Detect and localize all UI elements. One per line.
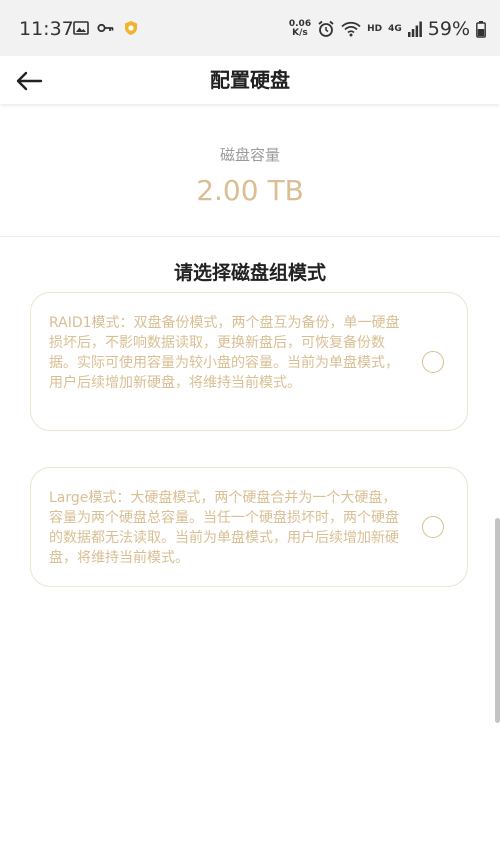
disk-capacity-label: 磁盘容量 bbox=[219, 146, 280, 164]
page-title: 配置硬盘 bbox=[210, 68, 290, 92]
status-bar: 11:37 0.06 K/s HD 4G 59% bbox=[0, 0, 500, 56]
battery-icon bbox=[476, 20, 486, 38]
large-mode-option[interactable]: Large模式：大硬盘模式，两个硬盘合并为一个大硬盘，容量为两个硬盘总容量。当任… bbox=[30, 467, 468, 587]
wifi-icon bbox=[341, 21, 361, 37]
network-label: HD bbox=[367, 24, 383, 34]
image-icon bbox=[73, 21, 89, 35]
shield-badge-icon bbox=[125, 21, 137, 35]
network-type: 4G bbox=[388, 24, 402, 34]
status-icons-left bbox=[73, 20, 139, 36]
alarm-icon bbox=[318, 20, 334, 37]
signal-icon bbox=[407, 21, 422, 37]
status-icons-right: 0.06 K/s HD 4G 59% bbox=[289, 18, 486, 40]
raid1-mode-description: RAID1模式：双盘备份模式，两个盘互为备份，单一硬盘损坏后，不影响数据读取，更… bbox=[49, 315, 400, 391]
net-speed: 0.06 K/s bbox=[288, 19, 312, 38]
large-mode-description: Large模式：大硬盘模式，两个硬盘合并为一个大硬盘，容量为两个硬盘总容量。当任… bbox=[49, 490, 399, 566]
status-time: 11:37 bbox=[19, 18, 74, 40]
large-radio-button[interactable] bbox=[422, 516, 444, 538]
key-icon bbox=[97, 23, 114, 33]
app-header: 配置硬盘 bbox=[0, 56, 500, 104]
section-title: 请选择磁盘组模式 bbox=[173, 262, 326, 284]
divider bbox=[0, 236, 500, 237]
disk-capacity-value: 2.00 TB bbox=[196, 174, 304, 207]
raid1-radio-button[interactable] bbox=[422, 351, 444, 373]
raid1-mode-option[interactable]: RAID1模式：双盘备份模式，两个盘互为备份，单一硬盘损坏后，不影响数据读取，更… bbox=[30, 292, 468, 431]
battery-percent: 59% bbox=[427, 18, 470, 40]
scrollbar[interactable] bbox=[495, 518, 500, 723]
